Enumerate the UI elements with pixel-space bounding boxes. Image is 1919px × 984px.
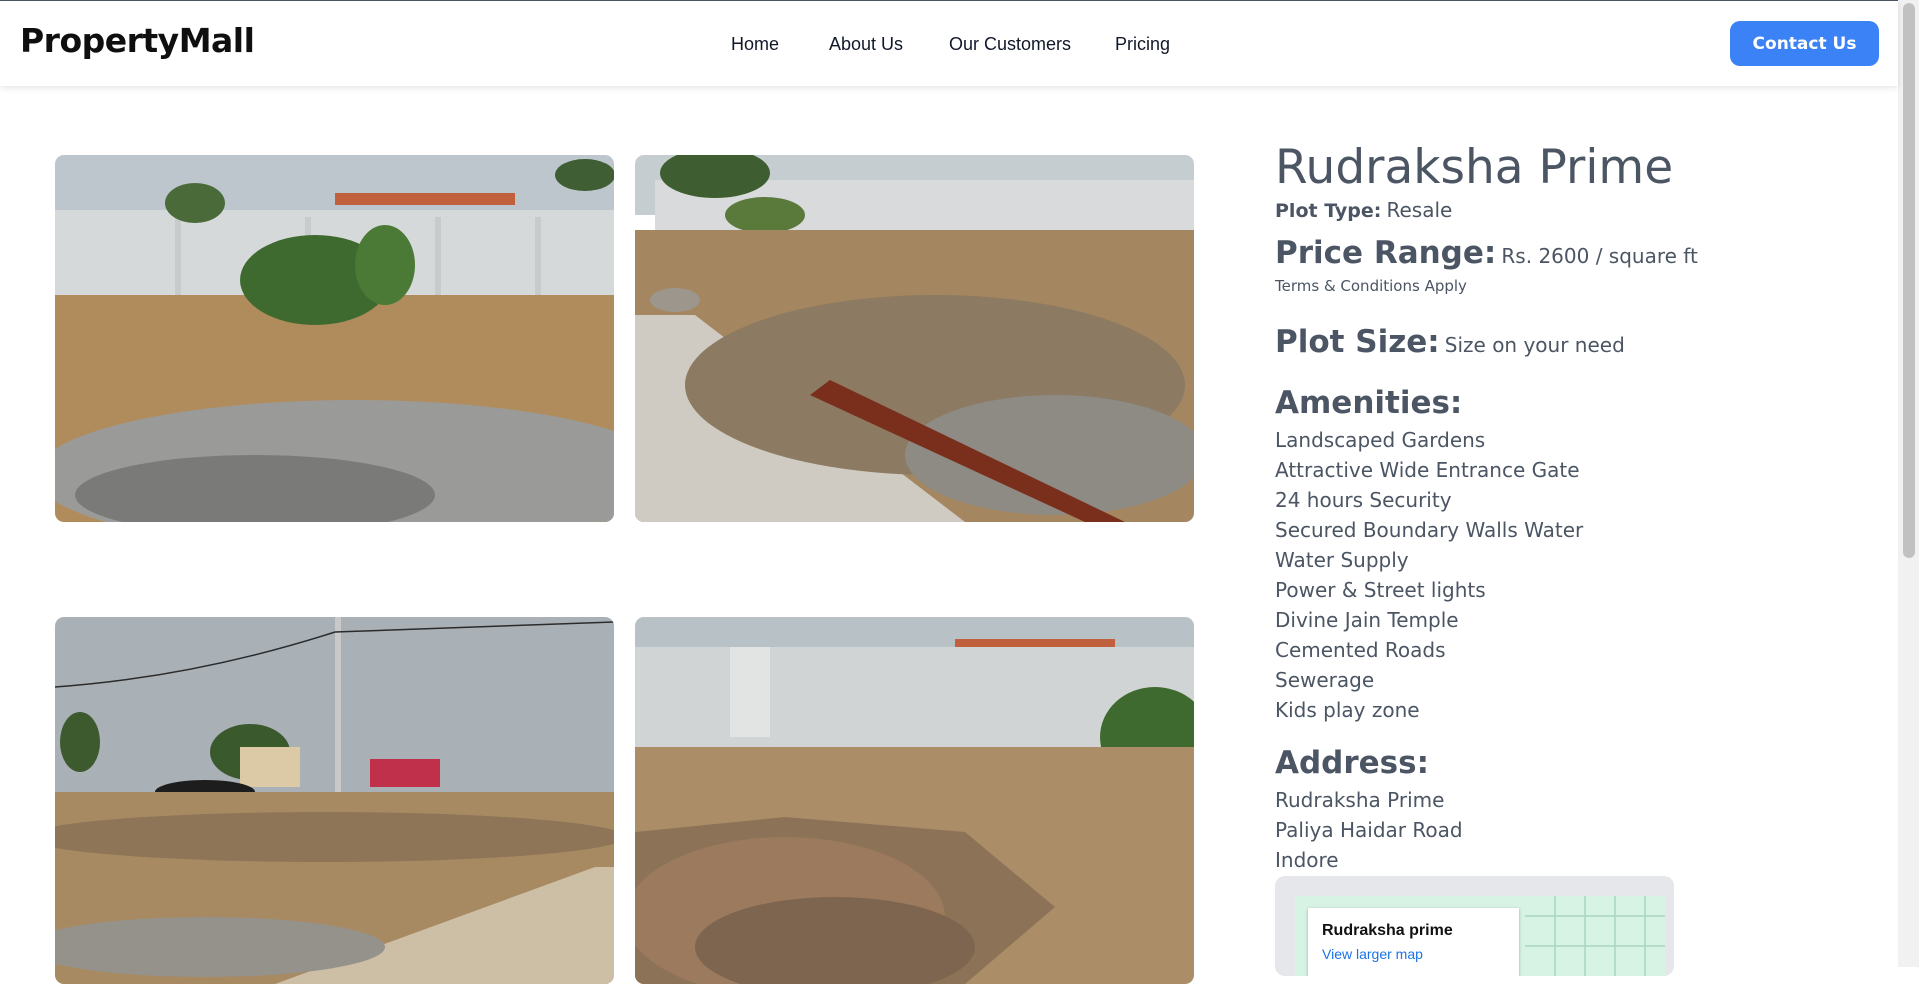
plot-size-row: Plot Size: Size on your need [1275,324,1625,360]
plot-type-label: Plot Type: [1275,200,1382,222]
property-photo-1 [55,155,614,522]
address-line: Indore [1275,848,1339,872]
list-item: Kids play zone [1275,698,1420,722]
plot-size-label: Plot Size: [1275,324,1440,360]
nav-our-customers[interactable]: Our Customers [949,34,1071,55]
plot-type-row: Plot Type: Resale [1275,198,1452,222]
list-item: Cemented Roads [1275,638,1446,662]
contact-us-button[interactable]: Contact Us [1730,21,1879,66]
list-item: Secured Boundary Walls Water [1275,518,1584,542]
list-item: Power & Street lights [1275,578,1486,602]
plot-size-value: Size on your need [1444,333,1625,357]
property-photo-3 [55,617,614,984]
price-range-value: Rs. 2600 / square ft [1501,244,1698,268]
nav-pricing[interactable]: Pricing [1115,34,1170,55]
site-logo[interactable]: PropertyMall [20,21,255,60]
amenities-heading: Amenities: [1275,385,1463,421]
plot-type-value: Resale [1386,198,1453,222]
map-info-card: Rudraksha prime View larger map [1308,908,1519,976]
navbar: PropertyMall Home About Us Our Customers… [0,1,1898,86]
price-range-label: Price Range: [1275,235,1497,271]
property-photo-4 [635,617,1194,984]
list-item: Divine Jain Temple [1275,608,1459,632]
address-line: Paliya Haidar Road [1275,818,1463,842]
price-range-row: Price Range: Rs. 2600 / square ft [1275,235,1698,271]
property-photo-2 [635,155,1194,522]
list-item: 24 hours Security [1275,488,1452,512]
list-item: Landscaped Gardens [1275,428,1486,452]
address-line: Rudraksha Prime [1275,788,1445,812]
address-heading: Address: [1275,745,1429,781]
nav-home[interactable]: Home [731,34,779,55]
location-map[interactable]: Rudraksha prime View larger map [1275,876,1674,976]
nav-about-us[interactable]: About Us [829,34,903,55]
list-item: Water Supply [1275,548,1409,572]
property-title: Rudraksha Prime [1275,140,1674,195]
view-larger-map-link[interactable]: View larger map [1322,946,1423,962]
list-item: Sewerage [1275,668,1375,692]
list-item: Attractive Wide Entrance Gate [1275,458,1580,482]
terms-note: Terms & Conditions Apply [1275,277,1467,295]
scrollbar-thumb[interactable] [1903,3,1915,558]
map-place-name: Rudraksha prime [1322,922,1453,939]
